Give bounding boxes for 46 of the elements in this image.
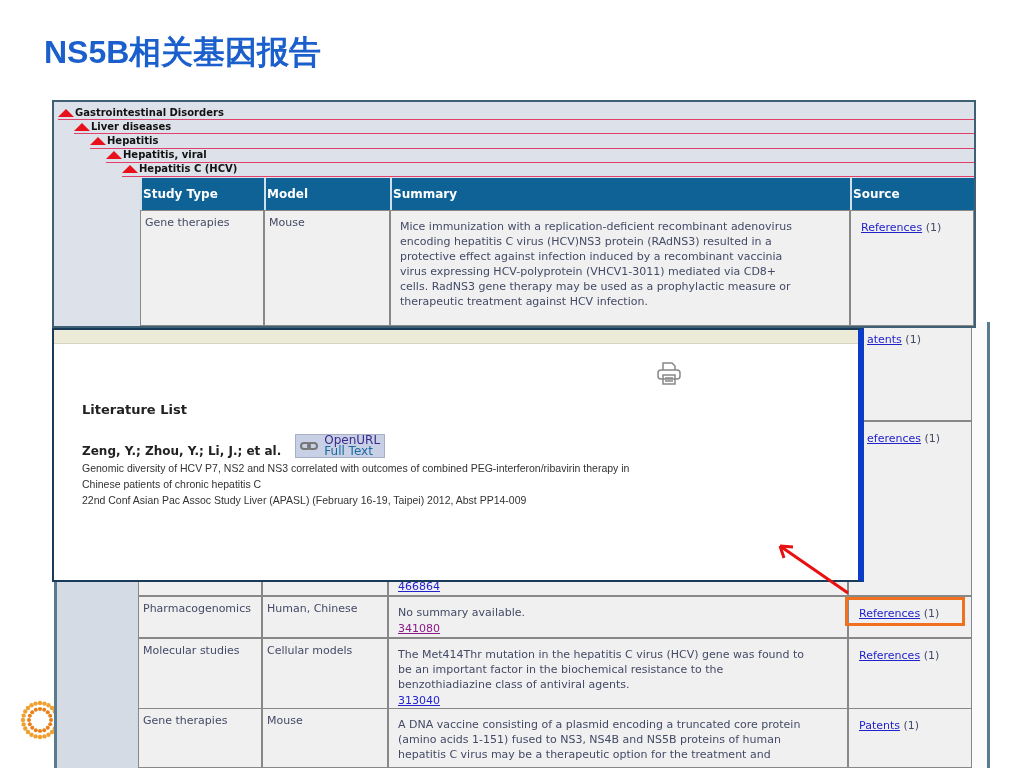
summary-text: The Met414Thr mutation in the hepatitis C virus (HCV) gene was found to be an important factor in the biochemical resistance to the benzothiadiazine class of antiviral agents. — [398, 647, 806, 693]
record-link[interactable]: 466864 — [398, 579, 440, 593]
collapse-icon[interactable] — [90, 137, 106, 145]
table-cell: Human, Chinese — [262, 595, 388, 639]
table-cell: Pharmacogenomics — [138, 595, 262, 639]
source-link[interactable]: eferences — [867, 432, 921, 446]
source-link[interactable]: References — [861, 221, 923, 234]
source-link[interactable]: atents — [867, 333, 902, 346]
table-cell: Mouse — [264, 210, 390, 326]
openurl-button[interactable]: OpenURL Full Text — [295, 433, 386, 458]
tree-item[interactable]: Gastrointestinal Disorders — [75, 107, 224, 118]
summary-text: A DNA vaccine consisting of a plasmid encoding a truncated core protein (amino acids 1-151) fused to NS3, NS4B and NS5B proteins of human hepatitis C virus may be a therapeutic option for the treatment and — [398, 717, 802, 763]
collapse-icon[interactable] — [58, 108, 74, 117]
openurl-label: OpenURL — [324, 434, 381, 446]
table-cell: Cellular models — [262, 638, 388, 710]
slide-title: NS5B相关基因报告 — [44, 33, 322, 72]
collapse-icon[interactable] — [74, 122, 90, 131]
summary-text: No summary available. — [398, 604, 526, 620]
table-cell: Gene therapies — [140, 210, 264, 326]
table-cell: Molecular studies — [138, 638, 262, 710]
fulltext-label: Full Text — [324, 445, 373, 457]
source-count: (1) — [904, 333, 921, 346]
source-count: (1) — [924, 221, 942, 234]
tree-item[interactable]: Hepatitis, viral — [123, 150, 207, 161]
record-link[interactable]: 313040 — [398, 694, 440, 708]
tree-item[interactable]: Hepatitis — [107, 136, 159, 146]
collapse-icon[interactable] — [122, 165, 138, 174]
tree-item[interactable]: Liver diseases — [91, 121, 172, 132]
source-count: (1) — [922, 649, 940, 663]
popup-heading: Literature List — [82, 401, 188, 419]
tree-item[interactable]: Hepatitis C (HCV) — [139, 164, 238, 175]
source-count: (1) — [902, 719, 920, 733]
author-list: Zeng, Y.; Zhou, Y.; Li, J.; et al. — [82, 441, 282, 460]
record-link[interactable]: 341080 — [398, 621, 440, 635]
collapse-icon[interactable] — [106, 151, 122, 160]
source-link[interactable]: References — [859, 606, 921, 620]
table-cell: Mouse — [262, 708, 388, 768]
source-link[interactable]: Patents — [859, 719, 900, 733]
table-cell: Gene therapies — [138, 708, 262, 768]
link-icon — [300, 440, 319, 451]
source-link[interactable]: References — [859, 649, 921, 663]
source-count: (1) — [922, 606, 940, 620]
citation-text: Genomic diversity of HCV P7, NS2 and NS3 correlated with outcomes of combined PEG-interferon/ribavirin therapy in Chinese patients of chronic hepatitis C 22nd Conf Asian Pac Assoc Study Liver (APASL) (February 16-19, Taipei) 2012, Abst PP14-009 — [82, 460, 631, 508]
summary-text: Mice immunization with a replication-deficient recombinant adenovirus encoding hepatitis C virus (HCV)NS3 protein (RAdNS3) resulted in a protective effect against infection induced by a recombinant vaccinia virus expressing HCV-polyprotein (VHCV1-3011) mediated via CD8+ cells. RadNS3 gene therapy may be used as a prophylactic measure or therapeutic treatment against HCV infection. — [400, 219, 793, 309]
source-count: (1) — [923, 432, 941, 446]
printer-icon[interactable] — [656, 360, 682, 386]
